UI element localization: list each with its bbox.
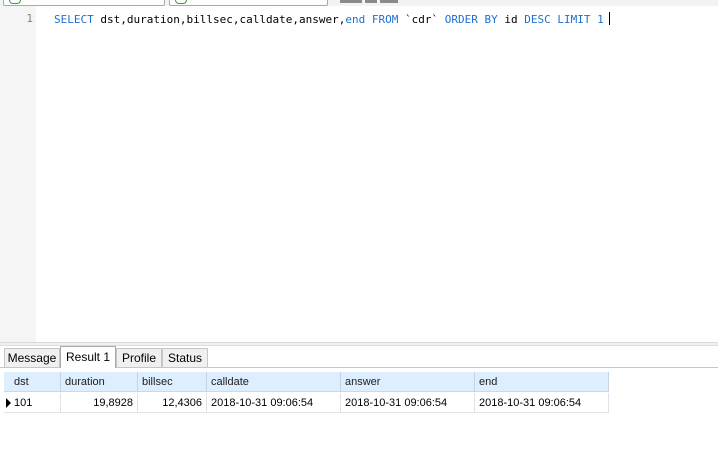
- sql-keyword-order-by: ORDER BY: [444, 13, 498, 26]
- sql-keyword-select: SELECT: [54, 13, 94, 26]
- column-header-billsec[interactable]: billsec: [138, 372, 207, 392]
- column-header-duration[interactable]: duration: [61, 372, 138, 392]
- sql-column-list: dst,duration,billsec,calldate,answer,: [100, 13, 346, 26]
- grid-header-row: dst duration billsec calldate answer end: [4, 372, 609, 392]
- sql-keyword-from: FROM: [371, 13, 399, 26]
- sql-line-1[interactable]: SELECT dst,duration,billsec,calldate,ans…: [54, 12, 610, 26]
- column-header-dst[interactable]: dst: [4, 372, 61, 392]
- text-caret: [608, 12, 610, 25]
- tab-status[interactable]: Status: [162, 348, 208, 367]
- explain-icon[interactable]: [380, 0, 398, 3]
- sql-keyword-limit: LIMIT: [557, 13, 591, 26]
- column-header-answer[interactable]: answer: [341, 372, 475, 392]
- column-header-calldate[interactable]: calldate: [207, 372, 341, 392]
- tab-result-1[interactable]: Result 1: [60, 346, 116, 368]
- cell-calldate[interactable]: 2018-10-31 09:06:54: [207, 393, 341, 413]
- sql-editor[interactable]: 1 SELECT dst,duration,billsec,calldate,a…: [0, 6, 718, 342]
- stop-icon[interactable]: [365, 0, 377, 3]
- cell-answer[interactable]: 2018-10-31 09:06:54: [341, 393, 475, 413]
- tab-profile[interactable]: Profile: [116, 348, 162, 367]
- column-header-end[interactable]: end: [475, 372, 609, 392]
- table-row[interactable]: 101 19,8928 12,4306 2018-10-31 09:06:54 …: [4, 393, 609, 413]
- sql-keyword-desc: DESC: [524, 13, 551, 26]
- sql-order-column: id: [504, 13, 518, 26]
- line-number: 1: [26, 12, 33, 25]
- sql-table-name: `cdr`: [405, 13, 439, 26]
- cell-billsec[interactable]: 12,4306: [138, 393, 207, 413]
- cell-end[interactable]: 2018-10-31 09:06:54: [475, 393, 609, 413]
- connection-icon: [9, 0, 21, 4]
- sql-keyword-end: end: [345, 13, 366, 26]
- tab-message[interactable]: Message: [4, 348, 60, 367]
- run-icon[interactable]: [340, 0, 362, 3]
- database-icon: [175, 0, 187, 4]
- toolbar-buttons: [340, 0, 510, 4]
- sql-limit-value: 1: [597, 13, 604, 26]
- line-number-gutter: 1: [0, 6, 36, 342]
- cell-dst[interactable]: 101: [4, 393, 61, 413]
- cell-duration[interactable]: 19,8928: [61, 393, 138, 413]
